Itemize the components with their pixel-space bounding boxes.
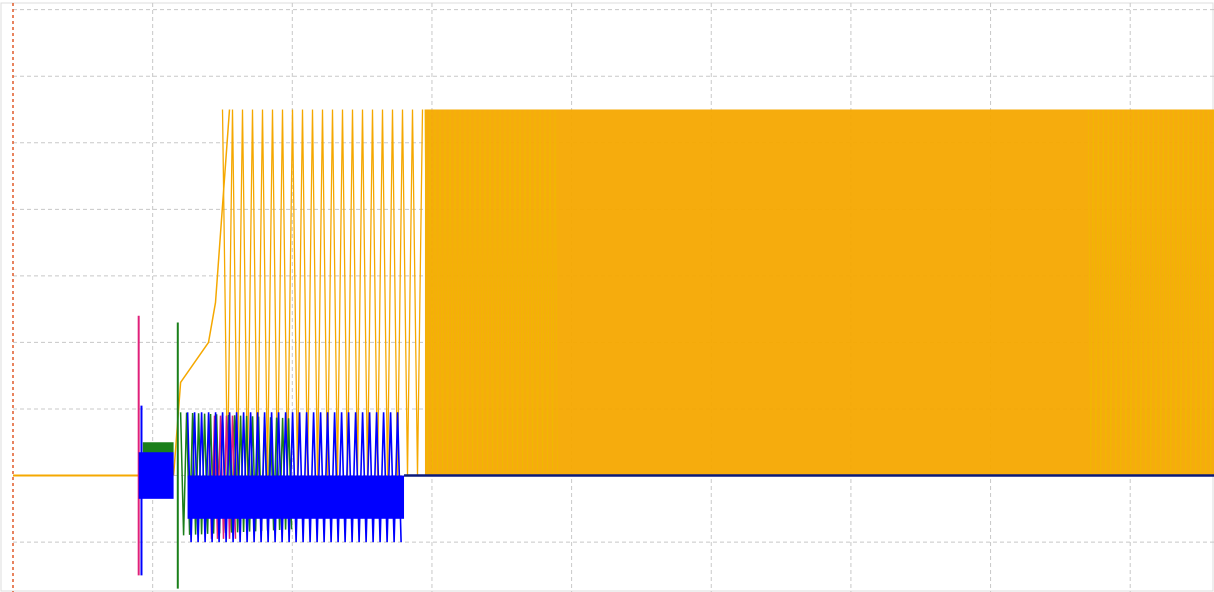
chart-canvas: [0, 0, 1214, 592]
oscilloscope-chart: [0, 0, 1214, 592]
blue-initial-block: [138, 452, 174, 499]
